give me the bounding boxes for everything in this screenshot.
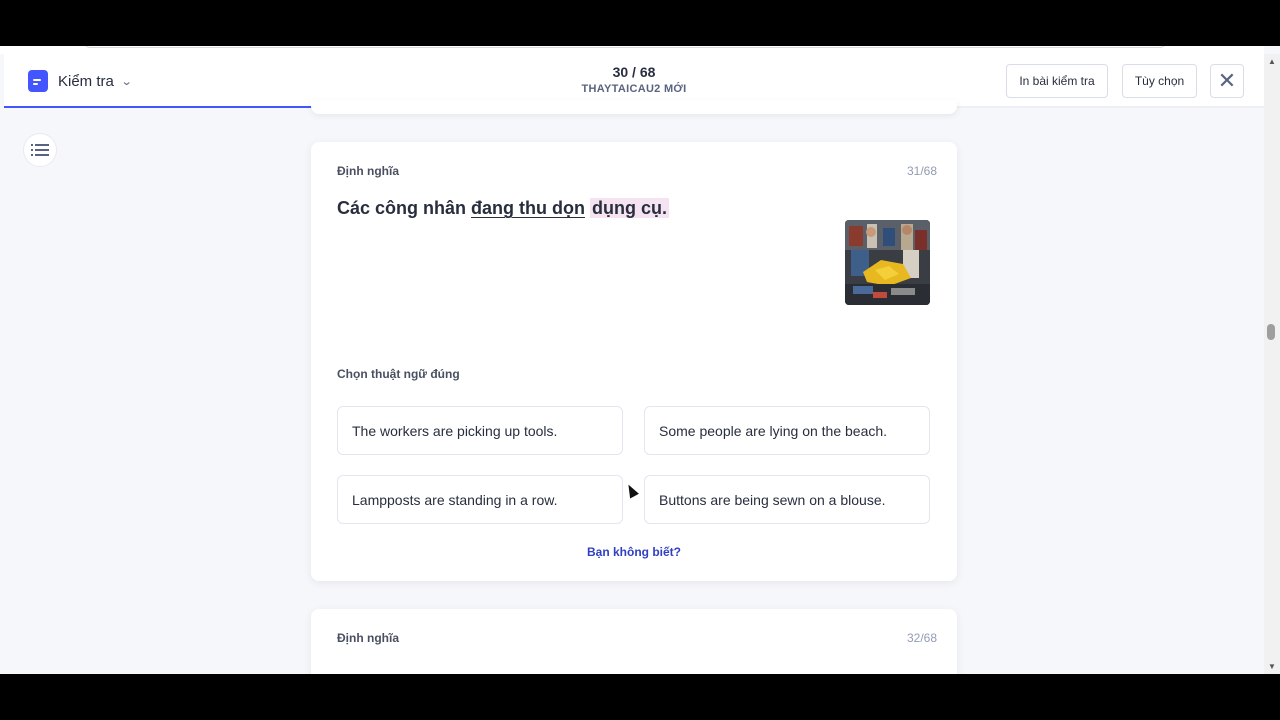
term-underlined-text: đang thu dọn [471,198,585,218]
next-question-type-label: Định nghĩa [337,631,399,645]
browser-chrome-strip [0,46,1264,54]
question-number: 31/68 [906,164,937,178]
previous-question-card [311,100,957,114]
scroll-up-arrow-icon[interactable]: ▲ [1268,57,1276,66]
term-text: Các công nhân [337,198,472,218]
progress-counter: 30 / 68 THAYTAICAU2 MỚI [484,64,784,95]
mode-selector[interactable]: Kiểm tra ⌄ [28,68,133,94]
answer-option-2[interactable]: Some people are lying on the beach. [644,406,930,455]
question-card: Định nghĩa 31/68 Các công nhân đang thu … [311,142,957,581]
answer-option-4[interactable]: Buttons are being sewn on a blouse. [644,475,930,524]
page-scrollbar[interactable]: ▲ ▼ [1264,54,1280,674]
question-image[interactable] [845,220,930,305]
set-name: THAYTAICAU2 MỚI [581,83,687,95]
video-letterbox-bottom [0,674,1280,720]
next-question-number: 32/68 [906,631,937,645]
answer-prompt: Chọn thuật ngữ đúng [337,367,460,381]
mode-label: Kiểm tra [58,72,114,90]
question-type-label: Định nghĩa [337,164,399,178]
progress-text: 30 / 68 [612,64,656,80]
print-test-button[interactable]: In bài kiểm tra [1006,64,1108,98]
answer-option-1[interactable]: The workers are picking up tools. [337,406,623,455]
next-question-card: Định nghĩa 32/68 [311,609,957,674]
scrollbar-thumb[interactable] [1267,324,1275,340]
chevron-down-icon: ⌄ [120,75,133,88]
list-icon[interactable] [23,133,57,167]
close-icon[interactable]: ✕ [1210,64,1244,98]
question-term: Các công nhân đang thu dọn dụng cụ. [337,198,669,219]
term-highlighted-text: dụng cụ. [590,198,669,218]
scroll-down-arrow-icon[interactable]: ▼ [1268,662,1276,671]
options-button[interactable]: Tùy chọn [1122,64,1197,98]
document-icon [28,70,48,92]
page-viewport: Kiểm tra ⌄ 30 / 68 THAYTAICAU2 MỚI In bà… [0,46,1280,674]
video-letterbox-top [0,0,1280,46]
dont-know-link[interactable]: Bạn không biết? [311,545,957,559]
answer-option-3[interactable]: Lampposts are standing in a row. [337,475,623,524]
